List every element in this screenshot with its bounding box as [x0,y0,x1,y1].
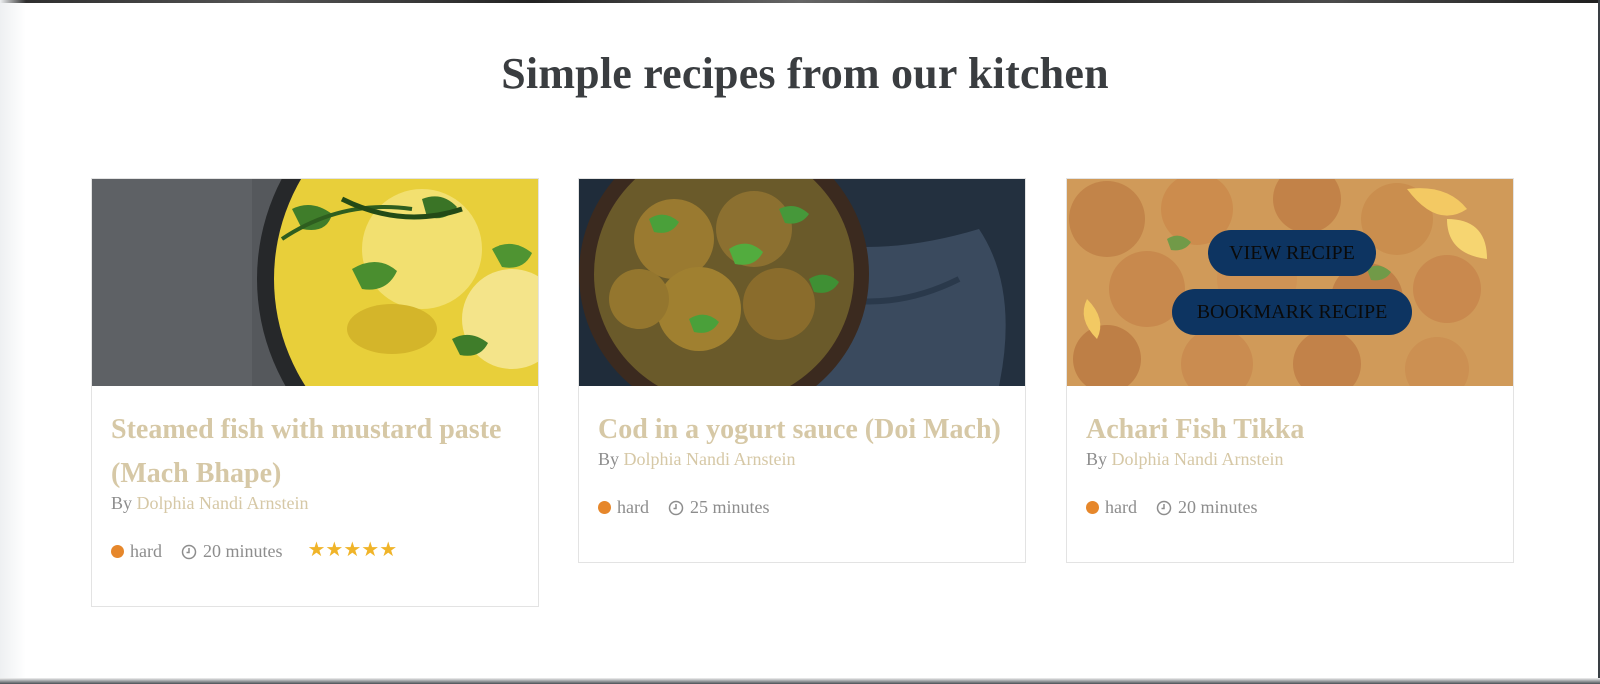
author-link[interactable]: Dolphia Nandi Arnstein [137,493,309,513]
recipe-meta: hard 25 minutes [598,497,1005,518]
time-label: 25 minutes [689,497,770,517]
recipe-image[interactable] [92,179,538,386]
recipe-card[interactable]: Cod in a yogurt sauce (Doi Mach) By Dolp… [578,178,1026,563]
recipe-title[interactable]: Achari Fish Tikka [1086,408,1493,452]
difficulty-label: hard [1105,497,1137,517]
recipe-title[interactable]: Cod in a yogurt sauce (Doi Mach) [598,408,1005,452]
byline-prefix: By [1086,449,1108,469]
recipe-image[interactable] [579,179,1025,386]
recipe-byline: By Dolphia Nandi Arnstein [1086,450,1493,468]
byline-prefix: By [111,493,133,513]
difficulty-label: hard [617,497,649,517]
difficulty-dot-icon [1086,501,1099,514]
recipe-byline: By Dolphia Nandi Arnstein [111,494,518,512]
difficulty-dot-icon [598,501,611,514]
left-edge-shadow [0,0,26,684]
top-image-strip [0,0,1600,3]
recipe-meta: hard 20 minutes ★★★★★ [111,539,518,562]
difficulty-label: hard [130,541,162,561]
clock-icon [181,544,197,560]
difficulty-dot-icon [111,545,124,558]
recipe-card[interactable]: VIEW RECIPE BOOKMARK RECIPE Achari Fish … [1066,178,1514,563]
recipe-title[interactable]: Steamed fish with mustard paste (Mach Bh… [111,408,518,496]
rating-stars-icon[interactable]: ★★★★★ [307,537,397,562]
recipe-image[interactable]: VIEW RECIPE BOOKMARK RECIPE [1067,179,1513,386]
bottom-edge [0,678,1600,684]
time-label: 20 minutes [1177,497,1258,517]
clock-icon [1156,500,1172,516]
view-recipe-button[interactable]: VIEW RECIPE [1208,230,1376,276]
recipe-card[interactable]: Steamed fish with mustard paste (Mach Bh… [91,178,539,607]
byline-prefix: By [598,449,620,469]
recipe-meta: hard 20 minutes [1086,497,1493,518]
author-link[interactable]: Dolphia Nandi Arnstein [1112,449,1284,469]
section-title: Simple recipes from our kitchen [501,49,1109,98]
recipe-byline: By Dolphia Nandi Arnstein [598,450,1005,468]
clock-icon [668,500,684,516]
time-label: 20 minutes [202,541,283,561]
bookmark-recipe-button[interactable]: BOOKMARK RECIPE [1172,289,1412,335]
author-link[interactable]: Dolphia Nandi Arnstein [624,449,796,469]
